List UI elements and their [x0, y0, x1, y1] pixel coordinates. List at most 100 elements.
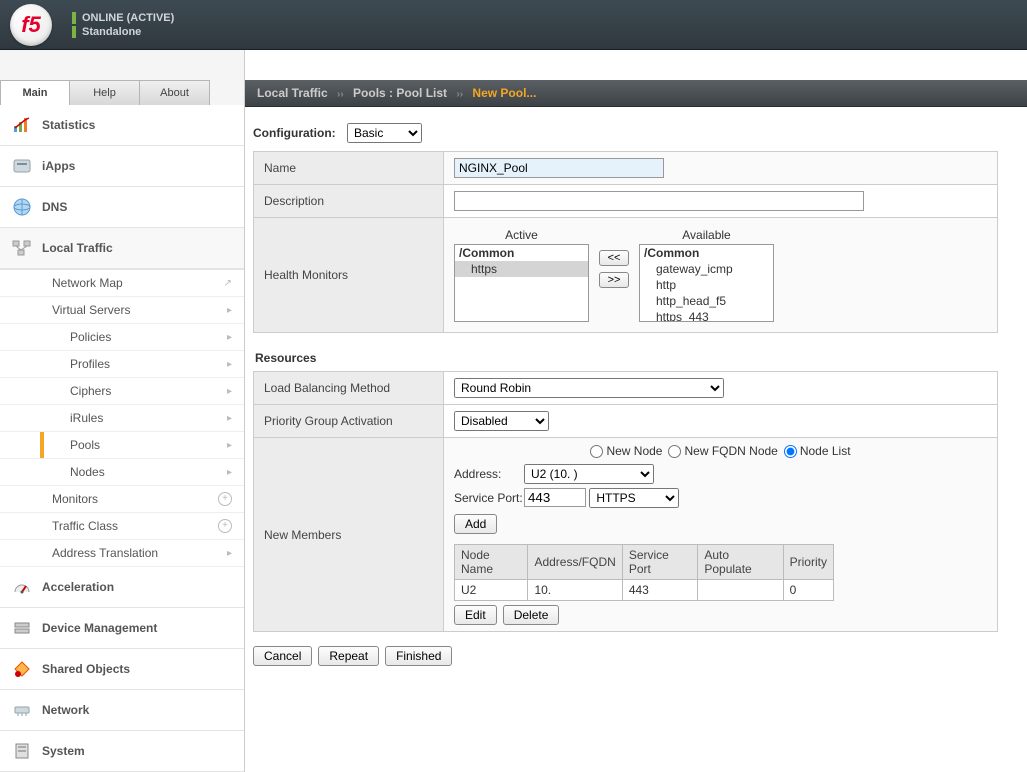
nav-statistics-label: Statistics — [42, 118, 95, 132]
add-button[interactable]: Add — [454, 514, 497, 534]
nav-local-traffic[interactable]: Local Traffic — [0, 228, 244, 269]
breadcrumb-a[interactable]: Local Traffic — [257, 86, 328, 100]
main-content: Local Traffic ›› Pools : Pool List ›› Ne… — [245, 50, 1027, 772]
available-monitors-listbox[interactable]: /Common gateway_icmp http http_head_f5 h… — [639, 244, 774, 322]
address-select[interactable]: U2 (10. ) — [524, 464, 654, 484]
dns-icon — [12, 197, 32, 217]
sidebar: Main Help About Statistics iApps DNS Loc… — [0, 50, 245, 772]
edit-button[interactable]: Edit — [454, 605, 497, 625]
add-icon[interactable]: + — [218, 492, 232, 506]
acceleration-icon — [12, 577, 32, 597]
name-input[interactable] — [454, 158, 664, 178]
sub-irules[interactable]: iRules▸ — [0, 405, 244, 432]
status-block: ONLINE (ACTIVE) Standalone — [72, 12, 174, 38]
breadcrumb-sep-icon: ›› — [337, 89, 344, 100]
finished-button[interactable]: Finished — [385, 646, 452, 666]
available-group: /Common — [640, 245, 773, 261]
name-label: Name — [254, 152, 444, 185]
th-priority: Priority — [783, 545, 833, 580]
available-item[interactable]: https_443 — [640, 309, 773, 322]
nav-iapps-label: iApps — [42, 159, 75, 173]
sub-address-translation[interactable]: Address Translation▸ — [0, 540, 244, 567]
cell-auto — [698, 580, 783, 601]
move-left-button[interactable]: << — [599, 250, 629, 266]
breadcrumb-current: New Pool... — [472, 86, 536, 100]
available-item[interactable]: gateway_icmp — [640, 261, 773, 277]
nav-system-label: System — [42, 744, 85, 758]
status-standalone: Standalone — [82, 26, 141, 38]
nav-dns[interactable]: DNS — [0, 187, 244, 228]
cancel-button[interactable]: Cancel — [253, 646, 312, 666]
sub-network-map[interactable]: Network Map↗ — [0, 270, 244, 297]
sub-profiles[interactable]: Profiles▸ — [0, 351, 244, 378]
sub-pools[interactable]: Pools▸ — [0, 432, 244, 459]
th-auto-populate: Auto Populate — [698, 545, 783, 580]
nav-shared-objects-label: Shared Objects — [42, 662, 130, 676]
repeat-button[interactable]: Repeat — [318, 646, 379, 666]
sub-policies[interactable]: Policies▸ — [0, 324, 244, 351]
tab-main[interactable]: Main — [0, 80, 70, 105]
sub-nodes[interactable]: Nodes▸ — [0, 459, 244, 486]
lbm-select[interactable]: Round Robin — [454, 378, 724, 398]
nav-list: Statistics iApps DNS Local Traffic Netwo… — [0, 105, 244, 772]
expand-icon: ↗ — [224, 278, 232, 289]
breadcrumb-b[interactable]: Pools : Pool List — [353, 86, 447, 100]
address-label: Address: — [454, 467, 524, 481]
nav-dns-label: DNS — [42, 200, 67, 214]
nav-statistics[interactable]: Statistics — [0, 105, 244, 146]
cell-address: 10. — [528, 580, 622, 601]
move-right-button[interactable]: >> — [599, 272, 629, 288]
radio-new-node[interactable]: New Node — [590, 444, 662, 458]
protocol-select[interactable]: HTTPS — [589, 488, 679, 508]
pga-select[interactable]: Disabled — [454, 411, 549, 431]
table-row[interactable]: U2 10. 443 0 — [455, 580, 834, 601]
chevron-right-icon: ▸ — [227, 386, 232, 397]
sub-virtual-servers[interactable]: Virtual Servers▸ — [0, 297, 244, 324]
sidebar-tabs: Main Help About — [0, 80, 244, 105]
radio-new-fqdn-input[interactable] — [668, 445, 681, 458]
active-item-https[interactable]: https — [455, 261, 588, 277]
service-port-input[interactable] — [524, 488, 586, 507]
radio-node-list[interactable]: Node List — [784, 444, 851, 458]
tab-about[interactable]: About — [140, 80, 210, 105]
available-item[interactable]: http — [640, 277, 773, 293]
nav-acceleration[interactable]: Acceleration — [0, 567, 244, 608]
delete-button[interactable]: Delete — [503, 605, 560, 625]
active-group: /Common — [455, 245, 588, 261]
network-icon — [12, 700, 32, 720]
radio-new-node-input[interactable] — [590, 445, 603, 458]
sub-monitors[interactable]: Monitors+ — [0, 486, 244, 513]
chevron-right-icon: ▸ — [227, 413, 232, 424]
breadcrumb: Local Traffic ›› Pools : Pool List ›› Ne… — [245, 80, 1027, 107]
radio-new-fqdn-node[interactable]: New FQDN Node — [668, 444, 777, 458]
breadcrumb-sep-icon: ›› — [456, 89, 463, 100]
radio-node-list-input[interactable] — [784, 445, 797, 458]
nav-acceleration-label: Acceleration — [42, 580, 114, 594]
nav-system[interactable]: System — [0, 731, 244, 772]
active-monitors-listbox[interactable]: /Common https — [454, 244, 589, 322]
sub-traffic-class[interactable]: Traffic Class+ — [0, 513, 244, 540]
shared-objects-icon — [12, 659, 32, 679]
general-properties-table: Name Description Health Monitors Active — [253, 151, 998, 333]
description-input[interactable] — [454, 191, 864, 211]
chevron-right-icon: ▸ — [227, 305, 232, 316]
nav-iapps[interactable]: iApps — [0, 146, 244, 187]
th-node-name: Node Name — [455, 545, 528, 580]
nav-shared-objects[interactable]: Shared Objects — [0, 649, 244, 690]
nav-device-management[interactable]: Device Management — [0, 608, 244, 649]
cell-priority: 0 — [783, 580, 833, 601]
configuration-select[interactable]: Basic — [347, 123, 422, 143]
resources-title: Resources — [253, 347, 1015, 371]
nav-network[interactable]: Network — [0, 690, 244, 731]
statistics-icon — [12, 115, 32, 135]
chevron-right-icon: ▸ — [227, 332, 232, 343]
add-icon[interactable]: + — [218, 519, 232, 533]
nav-device-management-label: Device Management — [42, 621, 157, 635]
available-item[interactable]: http_head_f5 — [640, 293, 773, 309]
nav-local-traffic-label: Local Traffic — [42, 241, 113, 255]
cell-port: 443 — [622, 580, 698, 601]
tab-help[interactable]: Help — [70, 80, 140, 105]
sub-ciphers[interactable]: Ciphers▸ — [0, 378, 244, 405]
logo-text: f5 — [21, 12, 41, 38]
available-title: Available — [682, 228, 730, 242]
